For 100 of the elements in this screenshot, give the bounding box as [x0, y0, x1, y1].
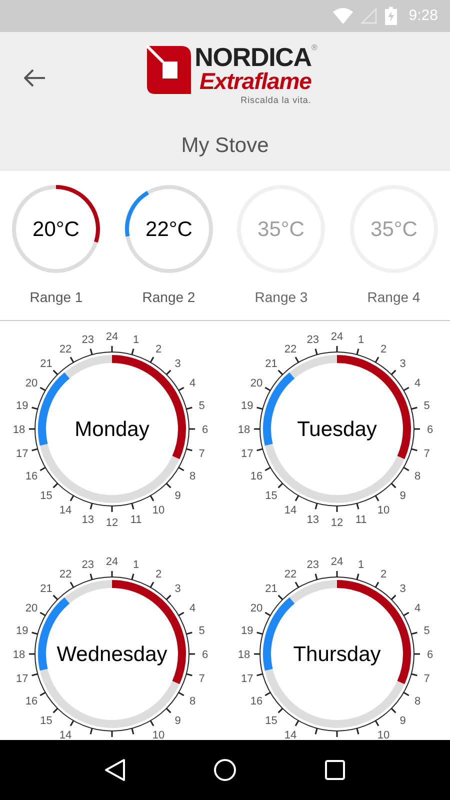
- hour-label: 24: [330, 331, 344, 343]
- day-name: Thursday: [293, 643, 381, 666]
- hour-label: 20: [25, 378, 38, 390]
- back-nav-button[interactable]: [104, 758, 126, 782]
- hour-label: 18: [12, 649, 26, 661]
- hour-label: 23: [306, 334, 320, 346]
- hour-label: 15: [265, 490, 278, 502]
- range-temperature: 20°C: [32, 218, 80, 241]
- hour-label: 10: [377, 730, 390, 740]
- back-triangle-icon: [104, 758, 126, 782]
- hour-label: 9: [174, 490, 181, 502]
- day-name: Wednesday: [56, 643, 168, 666]
- hour-label: 14: [59, 504, 72, 517]
- hour-label: 14: [284, 504, 297, 517]
- hour-label: 19: [16, 624, 28, 637]
- hour-label: 14: [284, 730, 297, 740]
- hour-label: 3: [400, 358, 406, 370]
- hour-label: 15: [40, 714, 52, 727]
- brand-name: NORDICA: [194, 44, 312, 70]
- hour-label: 2: [380, 343, 387, 356]
- hour-label: 22: [59, 343, 72, 356]
- hour-label: 20: [250, 378, 263, 390]
- hour-label: 21: [40, 358, 52, 370]
- hour-label: 8: [189, 696, 196, 708]
- hour-label: 8: [414, 470, 421, 482]
- hour-label: 7: [424, 448, 430, 460]
- hour-label: 11: [130, 514, 142, 526]
- hour-label: 4: [414, 378, 421, 390]
- hour-label: 5: [424, 400, 430, 412]
- range-dial[interactable]: 20°C: [10, 183, 102, 275]
- hour-label: 10: [152, 504, 165, 517]
- hour-label: 6: [202, 424, 208, 436]
- hour-label: 21: [40, 583, 52, 596]
- range-temperature: 22°C: [145, 218, 192, 241]
- home-nav-button[interactable]: [212, 758, 237, 782]
- range-dial[interactable]: 22°C: [122, 183, 215, 275]
- hour-label: 16: [250, 470, 263, 482]
- hour-label: 1: [358, 559, 364, 572]
- hour-label: 13: [306, 514, 320, 526]
- hour-label: 14: [59, 730, 72, 740]
- hour-label: 17: [241, 673, 254, 686]
- hour-label: 6: [426, 424, 434, 436]
- hour-label: 8: [189, 470, 196, 482]
- hour-label: 7: [198, 673, 205, 686]
- hour-label: 24: [330, 556, 344, 568]
- hour-label: 23: [82, 559, 94, 572]
- hour-label: 2: [380, 568, 387, 580]
- page-title: My Stove: [181, 132, 269, 158]
- home-circle-icon: [212, 758, 237, 782]
- hour-label: 2: [155, 343, 162, 356]
- hour-label: 22: [284, 568, 297, 580]
- hour-label: 12: [106, 517, 118, 529]
- logo-mark-icon: [144, 44, 193, 96]
- hour-label: 6: [202, 649, 208, 661]
- recents-nav-button[interactable]: [324, 759, 346, 781]
- brand-subname: Extraflame: [199, 70, 312, 93]
- day-name: Monday: [74, 418, 150, 441]
- hour-label: 11: [355, 514, 367, 526]
- hour-label: 24: [106, 556, 118, 568]
- hour-label: 4: [414, 602, 421, 614]
- hour-label: 7: [424, 673, 430, 686]
- hour-label: 23: [306, 559, 320, 572]
- hour-label: 4: [189, 602, 196, 614]
- hour-label: 3: [174, 358, 181, 370]
- range-temperature: 35°C: [370, 218, 418, 241]
- hour-label: 18: [238, 649, 250, 661]
- hour-label: 12: [330, 517, 344, 529]
- hour-label: 17: [241, 448, 254, 460]
- hour-label: 10: [152, 730, 165, 740]
- brand-tagline: Riscalda la vita.: [240, 96, 312, 105]
- hour-label: 20: [250, 602, 263, 614]
- range-label: Range 1: [30, 288, 83, 307]
- hour-label: 7: [198, 448, 205, 460]
- hour-label: 13: [82, 514, 94, 526]
- back-arrow-icon: [24, 69, 46, 87]
- range-temperature: 35°C: [258, 218, 305, 241]
- hour-label: 15: [265, 714, 278, 727]
- hour-label: 16: [25, 696, 38, 708]
- range-label: Range 3: [254, 288, 308, 307]
- hour-label: 21: [265, 358, 278, 370]
- day-name: Tuesday: [297, 418, 377, 441]
- hour-label: 19: [16, 400, 28, 412]
- hour-label: 1: [358, 334, 364, 346]
- registered-mark: ®: [311, 44, 318, 52]
- hour-label: 5: [198, 624, 205, 637]
- hour-label: 1: [133, 559, 140, 572]
- hour-label: 3: [174, 583, 181, 596]
- hour-label: 9: [174, 714, 181, 727]
- hour-label: 5: [198, 400, 205, 412]
- range-label: Range 4: [367, 288, 420, 307]
- hour-label: 16: [250, 696, 263, 708]
- range-label: Range 2: [142, 288, 196, 307]
- hour-label: 21: [265, 583, 278, 596]
- hour-label: 2: [155, 568, 162, 580]
- wifi-icon: [332, 8, 353, 24]
- hour-label: 23: [82, 334, 94, 346]
- hour-label: 9: [400, 490, 406, 502]
- hour-label: 20: [25, 602, 38, 614]
- hour-label: 15: [40, 490, 52, 502]
- hour-label: 17: [16, 673, 28, 686]
